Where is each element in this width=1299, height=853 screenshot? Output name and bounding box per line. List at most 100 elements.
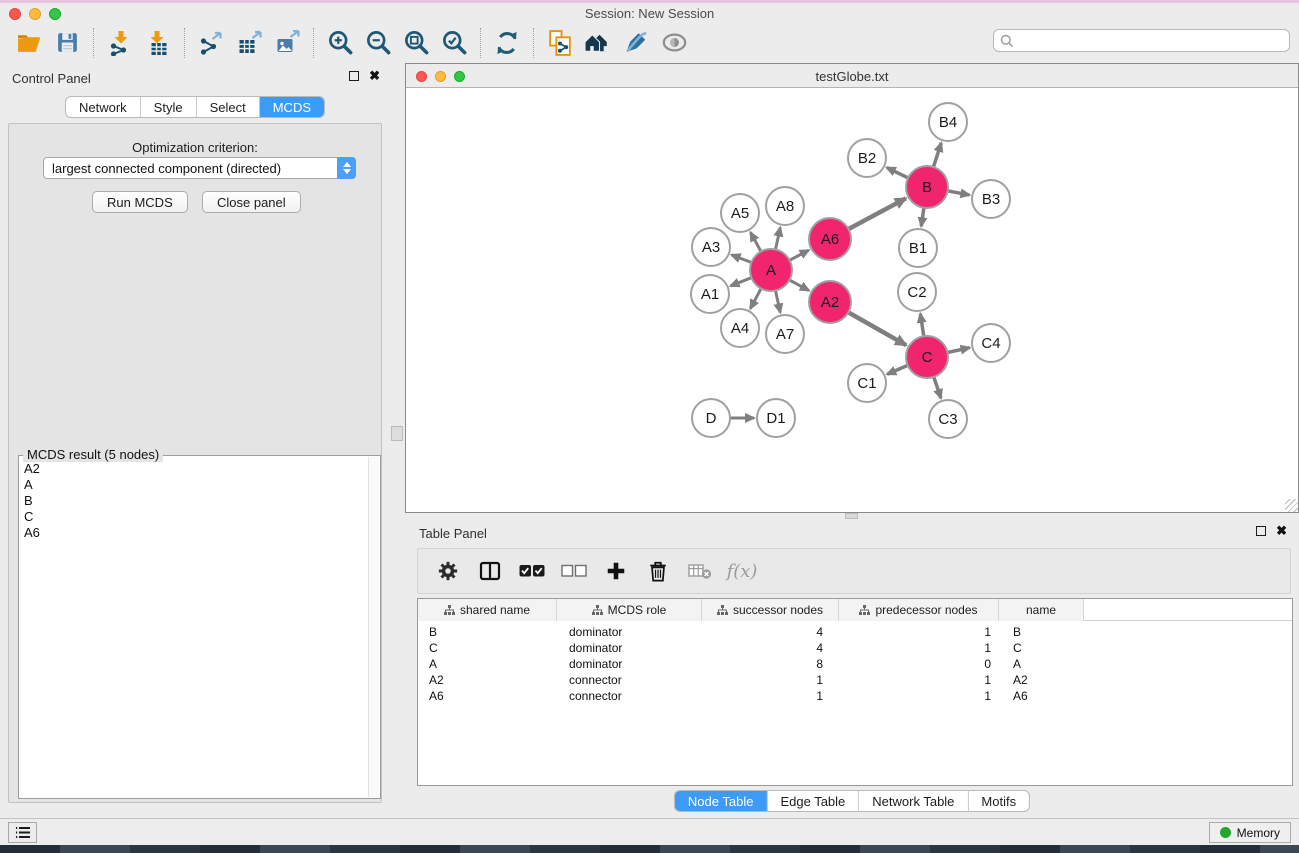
table-cell[interactable]: 1 [702, 672, 839, 688]
hide-graphics-details-button[interactable] [617, 26, 655, 60]
save-session-button[interactable] [48, 26, 86, 60]
tab-node-table[interactable]: Node Table [675, 791, 767, 811]
create-column-button[interactable] [598, 554, 634, 588]
graph-node-A[interactable]: A [750, 249, 792, 291]
task-history-button[interactable] [8, 822, 37, 843]
cybrowser-home-button[interactable] [579, 26, 617, 60]
tab-style[interactable]: Style [140, 97, 196, 117]
graph-node-A5[interactable]: A5 [721, 194, 759, 232]
graph-node-C[interactable]: C [906, 336, 948, 378]
table-cell[interactable]: A2 [418, 672, 557, 688]
graph-node-A6[interactable]: A6 [809, 218, 851, 260]
table-cell[interactable]: A2 [999, 672, 1084, 688]
graph-node-D1[interactable]: D1 [757, 399, 795, 437]
tab-mcds[interactable]: MCDS [259, 97, 324, 117]
table-cell[interactable]: connector [557, 688, 702, 704]
tab-motifs[interactable]: Motifs [967, 791, 1029, 811]
mcds-result-item[interactable]: A2 [19, 461, 367, 477]
table-cell[interactable]: 1 [839, 688, 999, 704]
mcds-result-item[interactable]: A [19, 477, 367, 493]
graph-node-C2[interactable]: C2 [898, 273, 936, 311]
select-all-columns-button[interactable] [514, 554, 550, 588]
table-cell[interactable]: 1 [702, 688, 839, 704]
zoom-out-button[interactable] [359, 26, 397, 60]
table-cell[interactable]: A6 [999, 688, 1084, 704]
search-field[interactable] [993, 29, 1290, 52]
table-cell[interactable]: connector [557, 672, 702, 688]
open-session-button[interactable] [10, 26, 48, 60]
table-cell[interactable]: dominator [557, 656, 702, 672]
float-panel-icon[interactable] [349, 71, 359, 81]
vertical-splitter-handle[interactable] [391, 426, 403, 441]
criterion-dropdown[interactable]: largest connected component (directed) [43, 157, 356, 179]
close-panel-button[interactable]: Close panel [202, 191, 301, 213]
memory-button[interactable]: Memory [1209, 822, 1291, 843]
graph-node-A2[interactable]: A2 [809, 281, 851, 323]
graph-node-C1[interactable]: C1 [848, 364, 886, 402]
mcds-result-item[interactable]: A6 [19, 525, 367, 541]
table-cell[interactable]: 1 [839, 640, 999, 656]
float-panel-icon[interactable] [1256, 526, 1266, 536]
unselect-all-columns-button[interactable] [556, 554, 592, 588]
show-hide-panel-button[interactable] [655, 26, 693, 60]
tab-network-table[interactable]: Network Table [858, 791, 967, 811]
graph-node-D[interactable]: D [692, 399, 730, 437]
table-cell[interactable]: 4 [702, 624, 839, 640]
table-cell[interactable]: A [418, 656, 557, 672]
table-cell[interactable]: dominator [557, 624, 702, 640]
import-network-button[interactable] [101, 26, 139, 60]
table-cell[interactable]: dominator [557, 640, 702, 656]
export-image-button[interactable] [268, 26, 306, 60]
graph-node-B1[interactable]: B1 [899, 229, 937, 267]
mcds-result-item[interactable]: B [19, 493, 367, 509]
zoom-fit-button[interactable] [397, 26, 435, 60]
horizontal-splitter-handle[interactable] [845, 513, 858, 519]
frame-resize-grip[interactable] [1285, 499, 1298, 512]
column-header-successor-nodes[interactable]: successor nodes [702, 599, 839, 621]
mcds-result-item[interactable]: C [19, 509, 367, 525]
tab-edge-table[interactable]: Edge Table [766, 791, 858, 811]
graph-node-A1[interactable]: A1 [691, 275, 729, 313]
network-canvas[interactable]: B4B2BB3A8A5A6A3B1AC2A1A2A4A7C4CC1C3DD1 [406, 88, 1298, 512]
export-network-button[interactable] [192, 26, 230, 60]
export-table-button[interactable] [230, 26, 268, 60]
column-header-shared-name[interactable]: shared name [418, 599, 557, 621]
table-cell[interactable]: 4 [702, 640, 839, 656]
table-cell[interactable]: C [418, 640, 557, 656]
show-column-panel-button[interactable] [472, 554, 508, 588]
zoom-in-button[interactable] [321, 26, 359, 60]
graph-node-B3[interactable]: B3 [972, 180, 1010, 218]
table-cell[interactable]: 0 [839, 656, 999, 672]
graph-node-B[interactable]: B [906, 166, 948, 208]
delete-column-button[interactable] [640, 554, 676, 588]
apply-layout-button[interactable] [488, 26, 526, 60]
graph-node-B2[interactable]: B2 [848, 139, 886, 177]
column-header-predecessor-nodes[interactable]: predecessor nodes [839, 599, 999, 621]
result-scrollbar[interactable] [368, 457, 379, 797]
table-cell[interactable]: B [999, 624, 1084, 640]
clone-network-button[interactable] [541, 26, 579, 60]
import-table-button[interactable] [139, 26, 177, 60]
tab-network[interactable]: Network [66, 97, 140, 117]
graph-node-A7[interactable]: A7 [766, 315, 804, 353]
graph-node-C3[interactable]: C3 [929, 400, 967, 438]
table-cell[interactable]: C [999, 640, 1084, 656]
close-panel-icon[interactable]: ✖ [369, 71, 380, 81]
zoom-selected-button[interactable] [435, 26, 473, 60]
table-cell[interactable]: B [418, 624, 557, 640]
table-cell[interactable]: A6 [418, 688, 557, 704]
run-mcds-button[interactable]: Run MCDS [92, 191, 188, 213]
column-header-mcds-role[interactable]: MCDS role [557, 599, 702, 621]
column-header-name[interactable]: name [999, 599, 1084, 621]
graph-node-A3[interactable]: A3 [692, 228, 730, 266]
graph-node-C4[interactable]: C4 [972, 324, 1010, 362]
table-cell[interactable]: 1 [839, 624, 999, 640]
table-cell[interactable]: 8 [702, 656, 839, 672]
table-settings-button[interactable] [430, 554, 466, 588]
tab-select[interactable]: Select [196, 97, 259, 117]
table-cell[interactable]: 1 [839, 672, 999, 688]
graph-node-A8[interactable]: A8 [766, 187, 804, 225]
graph-node-B4[interactable]: B4 [929, 103, 967, 141]
close-panel-icon[interactable]: ✖ [1276, 526, 1287, 536]
search-input[interactable] [1018, 31, 1283, 50]
